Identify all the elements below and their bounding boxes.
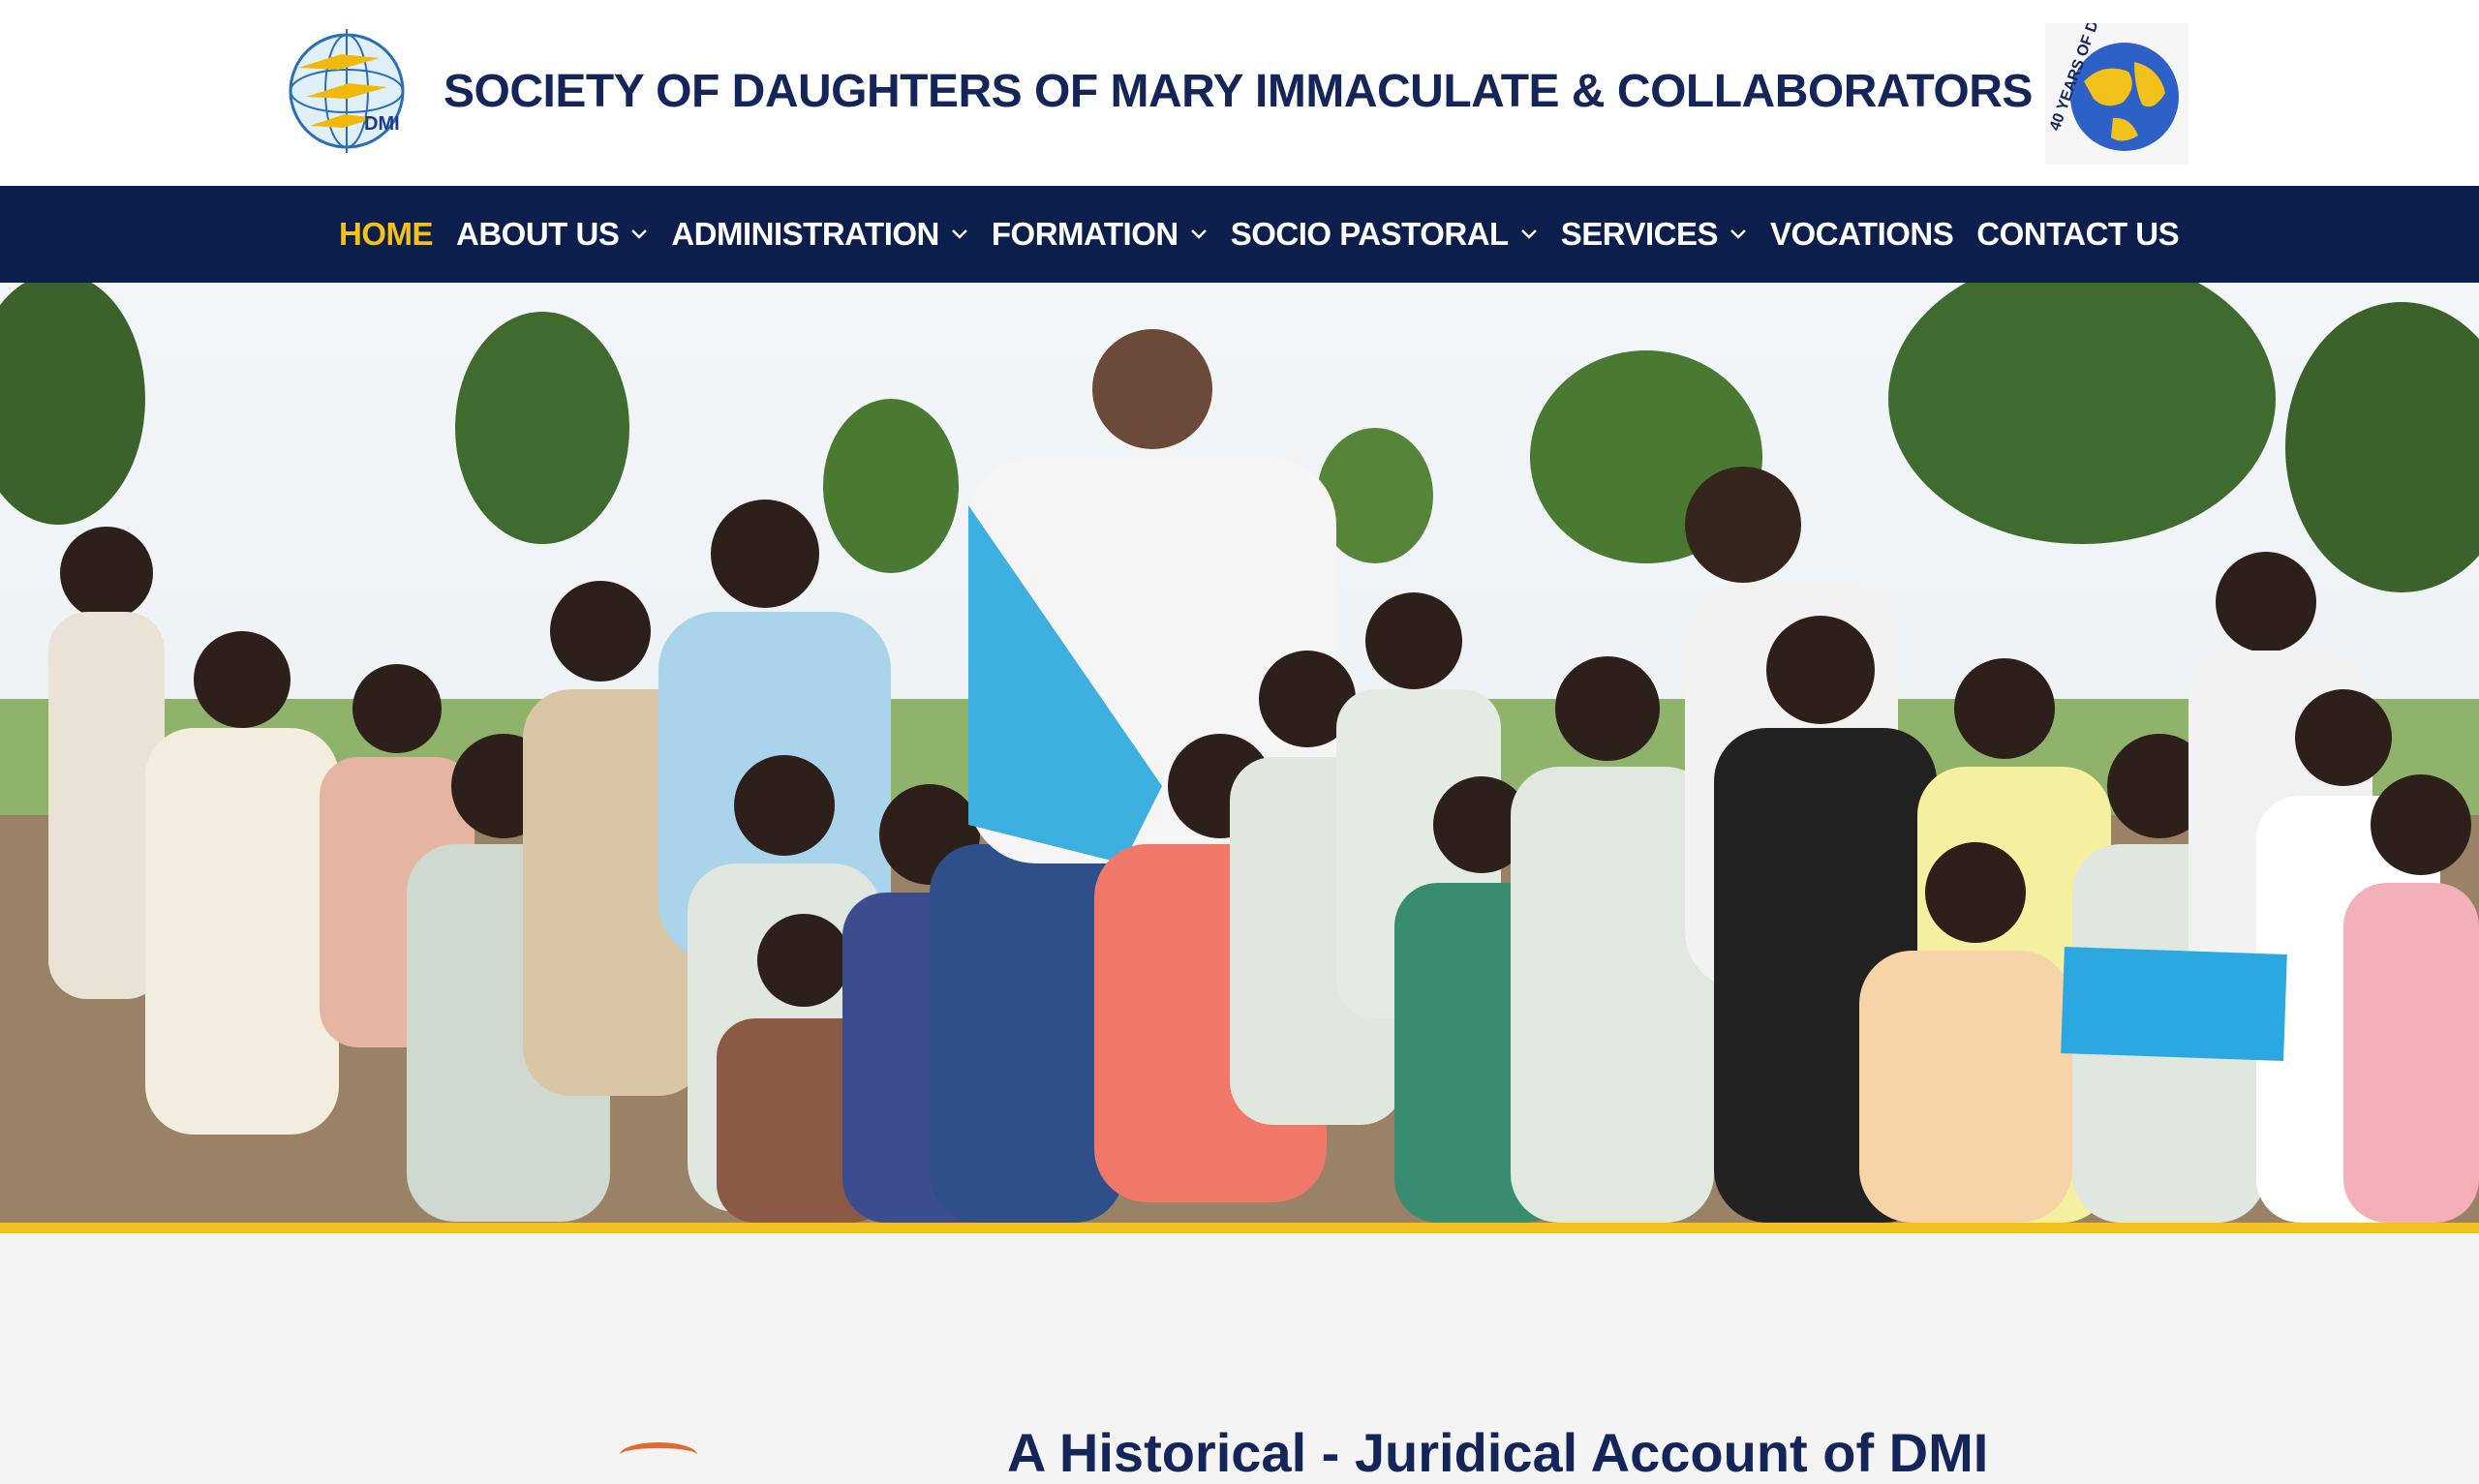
- nav-item-label: ABOUT US: [456, 216, 620, 252]
- content-section: [0, 1233, 2479, 1452]
- nav-item-socio-pastoral[interactable]: SOCIO PASTORAL: [1231, 216, 1538, 253]
- nav-item-label: VOCATIONS: [1770, 216, 1954, 252]
- anniversary-logo: 40 YEARS OF DMI: [2045, 2, 2188, 165]
- hero-image: [0, 283, 2479, 1223]
- nav-item-vocations[interactable]: VOCATIONS: [1770, 216, 1954, 253]
- nav-item-contact-us[interactable]: CONTACT US: [1976, 216, 2179, 253]
- chevron-down-icon: [1520, 229, 1537, 239]
- nav-item-administration[interactable]: ADMINISTRATION: [671, 216, 968, 253]
- site-title[interactable]: SOCIETY OF DAUGHTERS OF MARY IMMACULATE …: [444, 60, 2159, 124]
- chevron-down-icon: [631, 229, 648, 239]
- nav-item-label: SERVICES: [1560, 216, 1719, 252]
- nav-items: HOME ABOUT US ADMINISTRATION FORMATION S…: [339, 186, 2202, 283]
- nav-item-label: FORMATION: [991, 216, 1178, 252]
- nav-item-home[interactable]: HOME: [339, 216, 434, 253]
- dmi-logo-text: DMI: [364, 113, 400, 135]
- dmi-logo[interactable]: DMI: [281, 25, 413, 157]
- nav-item-label: SOCIO PASTORAL: [1230, 216, 1509, 252]
- nav-item-label: ADMINISTRATION: [671, 216, 939, 252]
- chevron-down-icon: [1730, 229, 1746, 239]
- nav-item-about-us[interactable]: ABOUT US: [456, 216, 648, 253]
- section-title: A Historical - Juridical Account of DMI: [1007, 1422, 1989, 1483]
- nav-item-services[interactable]: SERVICES: [1561, 216, 1747, 253]
- nav-item-label: CONTACT US: [1976, 216, 2180, 252]
- site-header: DMI SOCIETY OF DAUGHTERS OF MARY IMMACUL…: [0, 0, 2479, 186]
- chevron-down-icon: [1190, 229, 1207, 239]
- decorative-accent: [620, 1442, 697, 1468]
- nav-item-label: HOME: [339, 216, 434, 252]
- main-navigation: HOME ABOUT US ADMINISTRATION FORMATION S…: [0, 186, 2479, 283]
- chevron-down-icon: [951, 229, 967, 239]
- nav-item-formation[interactable]: FORMATION: [992, 216, 1208, 253]
- hero-accent-bar: [0, 1223, 2479, 1233]
